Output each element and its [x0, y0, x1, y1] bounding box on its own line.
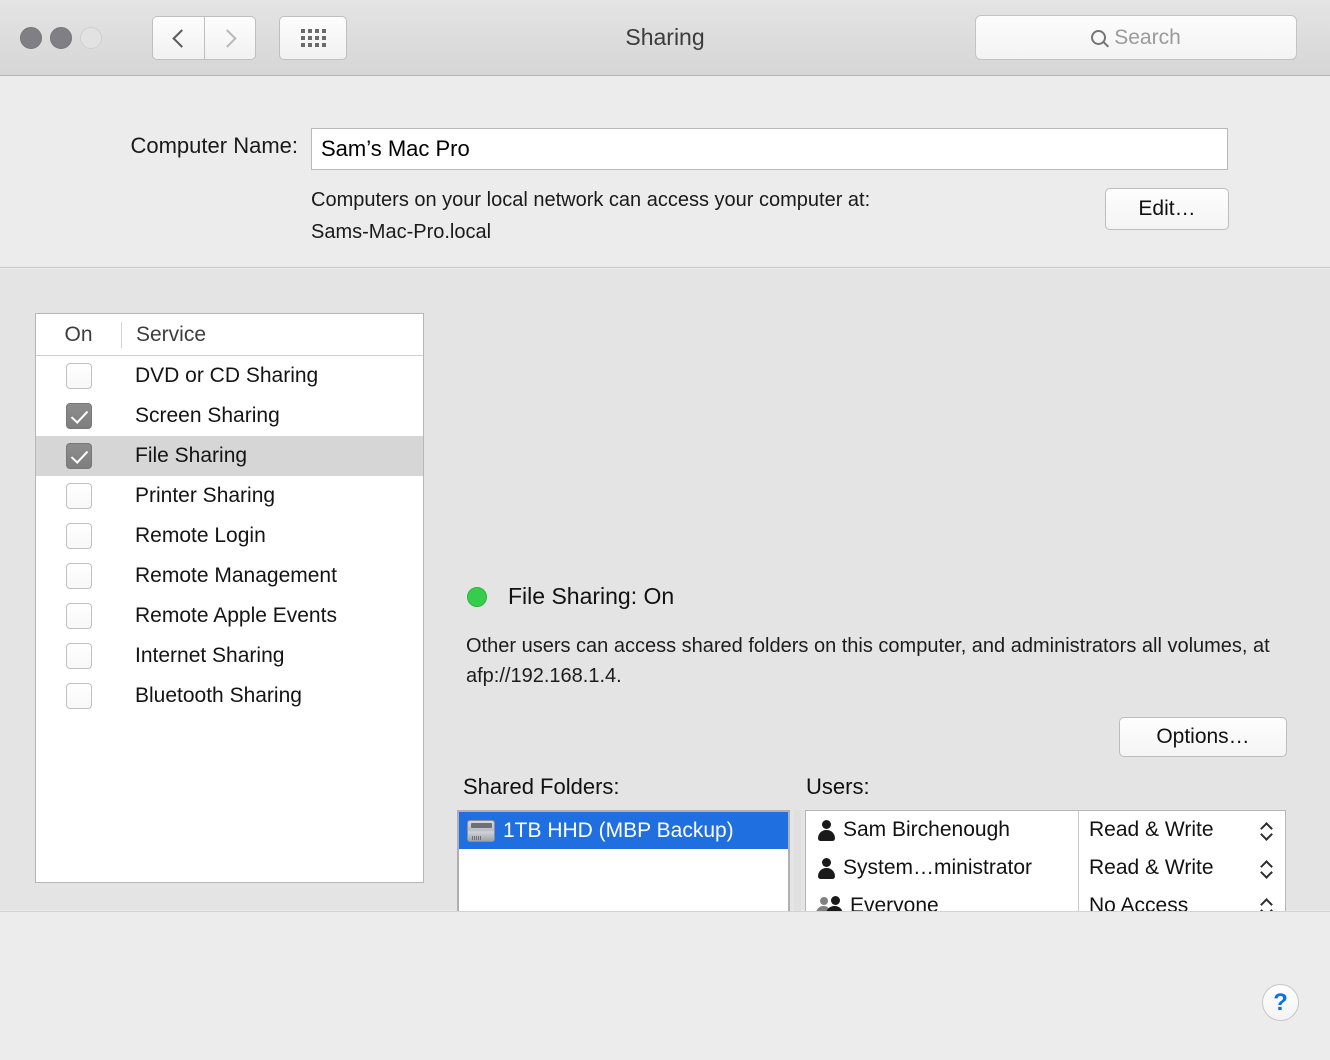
service-checkbox-cell — [36, 523, 121, 549]
computer-name-label: Computer Name: — [130, 133, 298, 158]
services-table: On Service DVD or CD Sharing Screen Shari… — [35, 313, 424, 883]
person-icon — [816, 819, 836, 841]
computer-name-section: Computer Name: Sam’s Mac Pro Computers o… — [0, 77, 1330, 268]
column-header-on: On — [64, 322, 93, 346]
service-label: Remote Management — [135, 564, 337, 587]
service-label: Remote Apple Events — [135, 604, 337, 627]
service-checkbox-cell — [36, 483, 121, 509]
user-row[interactable]: Sam Birchenough — [806, 811, 1078, 849]
service-checkbox[interactable] — [65, 483, 92, 509]
service-checkbox-cell — [36, 643, 121, 669]
edit-button[interactable]: Edit… — [1105, 188, 1229, 230]
permission-stepper-icon[interactable] — [1261, 823, 1272, 838]
service-checkbox-cell — [36, 683, 121, 709]
service-label: DVD or CD Sharing — [135, 364, 319, 387]
services-table-header: On Service — [36, 314, 423, 356]
main-content-area: On Service DVD or CD Sharing Screen Shari… — [0, 269, 1330, 1060]
service-row[interactable]: Internet Sharing — [36, 636, 423, 676]
hard-drive-icon — [467, 819, 495, 842]
service-label: Bluetooth Sharing — [135, 684, 302, 707]
service-checkbox[interactable] — [65, 603, 92, 629]
user-permission-row[interactable]: Read & Write — [1079, 811, 1285, 849]
computer-name-note-line2: Sams-Mac-Pro.local — [311, 221, 492, 243]
computer-name-note-line1: Computers on your local network can acce… — [311, 189, 871, 211]
user-permission-value: Read & Write — [1089, 856, 1214, 879]
users-label: Users: — [806, 774, 870, 799]
shared-folder-row[interactable]: 1TB HHD (MBP Backup) — [459, 812, 788, 849]
service-checkbox[interactable] — [65, 563, 92, 589]
status-indicator-dot — [467, 587, 487, 607]
help-button[interactable]: ? — [1262, 984, 1299, 1021]
service-row[interactable]: Remote Apple Events — [36, 596, 423, 636]
user-permission-row[interactable]: Read & Write — [1079, 849, 1285, 887]
service-row[interactable]: Remote Login — [36, 516, 423, 556]
computer-name-input[interactable]: Sam’s Mac Pro — [311, 128, 1228, 170]
service-label: Internet Sharing — [135, 644, 285, 667]
shared-folders-label: Shared Folders: — [463, 774, 620, 799]
service-checkbox[interactable] — [65, 523, 92, 549]
search-icon — [1091, 30, 1107, 45]
service-checkbox-cell — [36, 443, 121, 469]
service-checkbox-cell — [36, 563, 121, 589]
service-row[interactable]: File Sharing — [36, 436, 423, 476]
service-label: Printer Sharing — [135, 484, 276, 507]
service-checkbox[interactable] — [65, 683, 92, 709]
service-label: Remote Login — [135, 524, 266, 547]
service-row[interactable]: DVD or CD Sharing — [36, 356, 423, 396]
user-name: Sam Birchenough — [843, 818, 1010, 841]
service-row[interactable]: Bluetooth Sharing — [36, 676, 423, 716]
service-checkbox[interactable] — [65, 363, 92, 389]
user-name: System…ministrator — [843, 856, 1033, 879]
shared-folder-name: 1TB HHD (MBP Backup) — [503, 818, 734, 842]
service-label: Screen Sharing — [135, 404, 280, 427]
status-text: File Sharing: On — [508, 583, 675, 609]
window-titlebar: Sharing Search — [0, 0, 1330, 76]
window-footer: ? — [0, 911, 1330, 1060]
service-checkbox[interactable] — [65, 403, 92, 429]
column-header-service: Service — [121, 321, 423, 348]
services-list: DVD or CD Sharing Screen Sharing File Shar… — [36, 356, 423, 716]
service-checkbox[interactable] — [65, 443, 92, 469]
user-row[interactable]: System…ministrator — [806, 849, 1078, 887]
permission-stepper-icon[interactable] — [1261, 861, 1272, 876]
service-row[interactable]: Screen Sharing — [36, 396, 423, 436]
sharing-preferences-window: Sharing Search Computer Name: Sam’s Mac … — [0, 0, 1330, 1060]
options-button[interactable]: Options… — [1119, 717, 1287, 757]
service-label: File Sharing — [135, 444, 248, 467]
service-checkbox-cell — [36, 403, 121, 429]
person-icon — [816, 857, 836, 879]
service-checkbox-cell — [36, 603, 121, 629]
service-row[interactable]: Printer Sharing — [36, 476, 423, 516]
computer-name-note: Computers on your local network can acce… — [311, 184, 1071, 248]
user-permission-value: Read & Write — [1089, 818, 1214, 841]
search-field[interactable]: Search — [975, 15, 1297, 60]
service-checkbox-cell — [36, 363, 121, 389]
service-description: Other users can access shared folders on… — [466, 635, 1270, 687]
search-placeholder: Search — [1114, 25, 1181, 49]
service-row[interactable]: Remote Management — [36, 556, 423, 596]
service-checkbox[interactable] — [65, 643, 92, 669]
